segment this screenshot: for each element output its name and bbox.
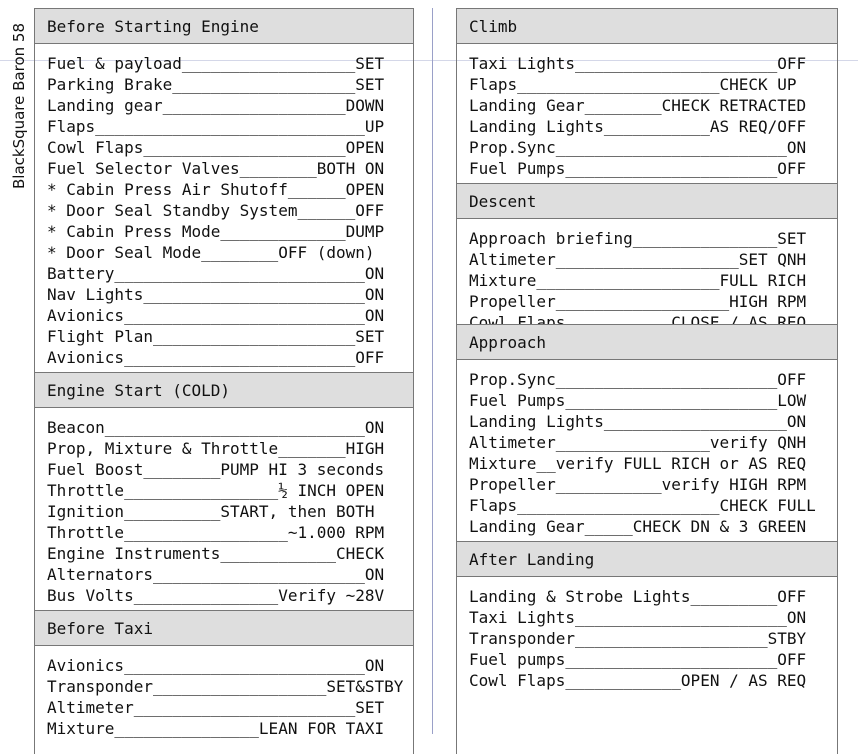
section-heading: Approach: [457, 324, 837, 360]
checklist-item: * Door Seal Mode________OFF (down): [47, 243, 375, 262]
checklist-item: Avionics_________________________ON: [47, 656, 385, 675]
aircraft-title: BlackSquare Baron 58: [10, 22, 28, 190]
checklist-items: Avionics_________________________ON Trans…: [35, 646, 413, 743]
checklist-item: Mixture___________________FULL RICH: [469, 271, 807, 290]
checklist-item: Flaps____________________________UP: [47, 117, 385, 136]
checklist-item: Throttle_________________~1.000 RPM: [47, 523, 385, 542]
section-heading: After Landing: [457, 541, 837, 577]
checklist-item: Flight Plan_____________________SET: [47, 327, 385, 346]
checklist-item: Fuel Pumps______________________OFF: [469, 159, 807, 178]
section-after-landing: After Landing Landing & Strobe Lights____…: [457, 541, 837, 695]
checklist-item: Propeller__________________HIGH RPM: [469, 292, 807, 311]
checklist-item: Fuel Pumps______________________LOW: [469, 391, 807, 410]
checklist-item: * Cabin Press Mode_____________DUMP: [47, 222, 385, 241]
checklist-items: Landing & Strobe Lights_________OFF Taxi …: [457, 577, 837, 695]
checklist-items: Prop.Sync_______________________OFF Fuel …: [457, 360, 837, 541]
section-before-taxi: Before Taxi Avionics_____________________…: [35, 610, 413, 743]
checklist-item: Landing Gear________CHECK RETRACTED: [469, 96, 807, 115]
checklist-item: Fuel Selector Valves________BOTH ON: [47, 159, 385, 178]
checklist-item: Landing Lights___________AS REQ/OFF: [469, 117, 807, 136]
checklist-item: Taxi Lights______________________ON: [469, 608, 807, 627]
checklist-item: Flaps_____________________CHECK UP: [469, 75, 797, 94]
checklist-item: Beacon___________________________ON: [47, 418, 385, 437]
section-heading: Climb: [457, 8, 837, 44]
section-descent: Descent Approach briefing_______________S…: [457, 183, 837, 324]
checklist-item: Bus Volts_______________Verify ~28V: [47, 586, 385, 605]
section-heading: Before Starting Engine: [35, 8, 413, 44]
checklist-item: Prop.Sync_______________________OFF: [469, 370, 807, 389]
section-climb: Climb Taxi Lights_____________________OFF…: [457, 8, 837, 183]
checklist-item: * Cabin Press Air Shutoff______OPEN: [47, 180, 385, 199]
checklist-item: Prop.Sync________________________ON: [469, 138, 807, 157]
column-divider: [432, 8, 433, 734]
checklist-item: Ignition__________START, then BOTH: [47, 502, 375, 521]
checklist-item: Flaps_____________________CHECK FULL: [469, 496, 816, 515]
checklist-item: Landing Gear_____CHECK DN & 3 GREEN: [469, 517, 807, 536]
checklist-item: Avionics_________________________ON: [47, 306, 385, 325]
section-heading: Descent: [457, 183, 837, 219]
checklist-item: Approach briefing_______________SET: [469, 229, 807, 248]
checklist-item: Fuel & payload__________________SET: [47, 54, 385, 73]
checklist-item: Altimeter________________verify QNH: [469, 433, 807, 452]
checklist-items: Taxi Lights_____________________OFF Flaps…: [457, 44, 837, 183]
checklist-item: Parking Brake___________________SET: [47, 75, 385, 94]
checklist-item: Fuel Boost________PUMP HI 3 seconds: [47, 460, 385, 479]
checklist-item: * Door Seal Standby System______OFF: [47, 201, 385, 220]
checklist-items: Approach briefing_______________SET Altim…: [457, 219, 837, 324]
checklist-item: Nav Lights_______________________ON: [47, 285, 385, 304]
checklist-item: Cowl Flaps_____________________OPEN: [47, 138, 385, 157]
checklist-item: Prop, Mixture & Throttle_______HIGH: [47, 439, 385, 458]
checklist-column-left: Before Starting Engine Fuel & payload____…: [34, 8, 414, 754]
checklist-item: Avionics________________________OFF: [47, 348, 385, 367]
checklist-column-right: Climb Taxi Lights_____________________OFF…: [456, 8, 838, 754]
section-approach: Approach Prop.Sync_______________________…: [457, 324, 837, 541]
checklist-items: Beacon___________________________ON Prop,…: [35, 408, 413, 610]
checklist-item: Mixture__verify FULL RICH or AS REQ: [469, 454, 807, 473]
checklist-item: Cowl Flaps___________CLOSE / AS REQ: [469, 313, 807, 324]
checklist-item: Altimeter___________________SET QNH: [469, 250, 807, 269]
checklist-item: Transponder__________________SET&STBY: [47, 677, 404, 696]
checklist-item: Engine Instruments____________CHECK: [47, 544, 385, 563]
checklist-item: Fuel pumps______________________OFF: [469, 650, 807, 669]
section-before-starting-engine: Before Starting Engine Fuel & payload____…: [35, 8, 413, 372]
section-heading: Before Taxi: [35, 610, 413, 646]
checklist-item: Landing & Strobe Lights_________OFF: [469, 587, 807, 606]
checklist-item: Battery__________________________ON: [47, 264, 385, 283]
checklist-item: Propeller___________verify HIGH RPM: [469, 475, 807, 494]
checklist-item: Throttle________________½ INCH OPEN: [47, 481, 385, 500]
checklist-item: Altimeter_______________________SET: [47, 698, 385, 717]
section-heading: Engine Start (COLD): [35, 372, 413, 408]
checklist-item: Transponder____________________STBY: [469, 629, 807, 648]
checklist-item: Mixture_______________LEAN FOR TAXI: [47, 719, 385, 738]
section-engine-start-cold: Engine Start (COLD) Beacon_______________…: [35, 372, 413, 610]
checklist-item: Landing Lights___________________ON: [469, 412, 807, 431]
checklist-item: Alternators______________________ON: [47, 565, 385, 584]
checklist-item: Cowl Flaps____________OPEN / AS REQ: [469, 671, 807, 690]
checklist-item: Taxi Lights_____________________OFF: [469, 54, 807, 73]
checklist-item: Landing gear___________________DOWN: [47, 96, 385, 115]
checklist-items: Fuel & payload__________________SET Parki…: [35, 44, 413, 372]
